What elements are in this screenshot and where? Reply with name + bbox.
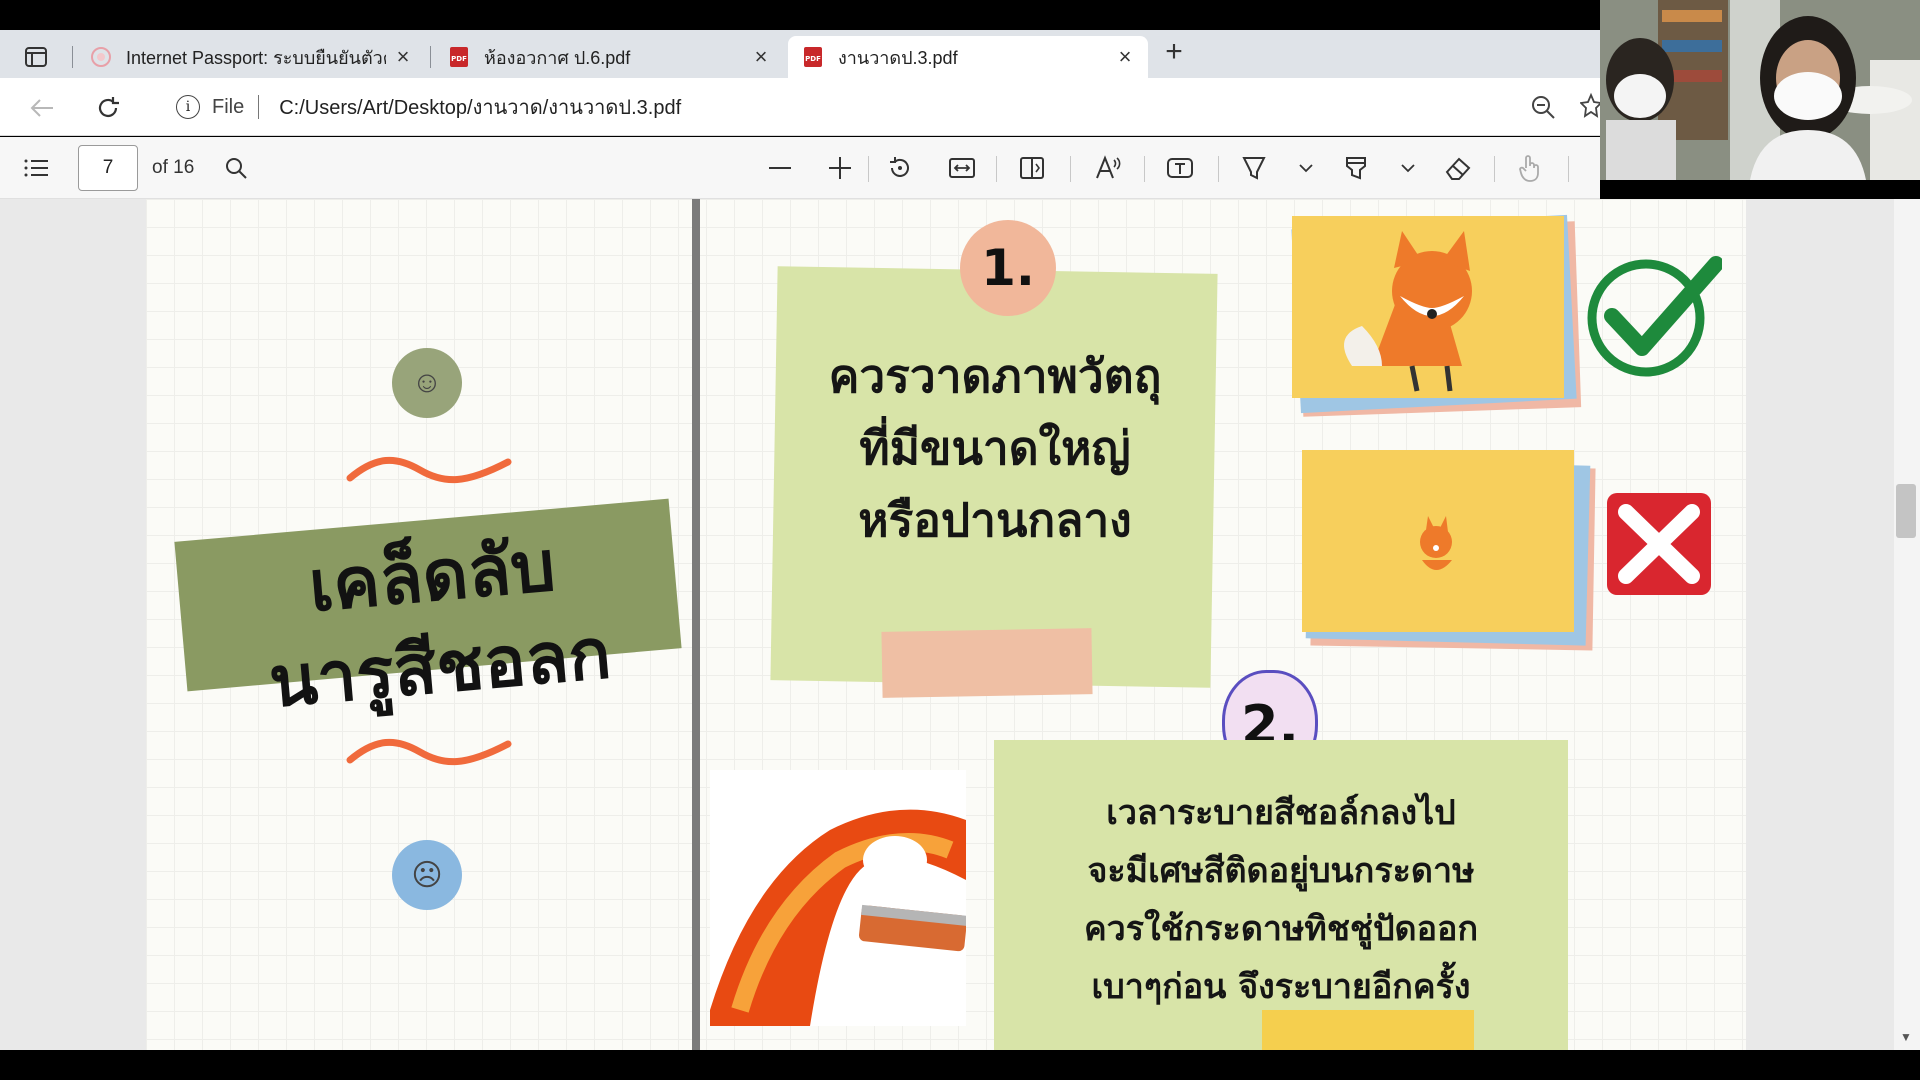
- search-icon: [226, 158, 247, 179]
- large-fox-card: [1292, 216, 1564, 398]
- tab-actions-icon: [25, 47, 47, 67]
- touch-write-button[interactable]: [1516, 154, 1544, 182]
- tab-drawing-pdf[interactable]: PDF งานวาดป.3.pdf ×: [788, 36, 1148, 78]
- tab-strip: Internet Passport: ระบบยืนยันตัวตน × PDF…: [0, 30, 1600, 78]
- passport-icon: [91, 47, 111, 67]
- eraser-icon: [1445, 157, 1471, 180]
- wave-decoration-top: [346, 456, 512, 484]
- read-aloud-icon: [1096, 155, 1121, 179]
- participants-video: [1600, 0, 1920, 180]
- wave-decoration-bottom: [346, 738, 512, 766]
- star-icon: [1579, 92, 1603, 118]
- refresh-button[interactable]: [92, 92, 124, 124]
- close-icon[interactable]: ×: [750, 44, 772, 69]
- favorite-button[interactable]: [1579, 92, 1603, 125]
- tab-space-pdf[interactable]: PDF ห้องอวกาศ ป.6.pdf ×: [434, 36, 784, 78]
- read-aloud-button[interactable]: [1094, 154, 1122, 182]
- refresh-icon: [98, 97, 119, 117]
- pdf-icon: PDF: [450, 47, 468, 67]
- scroll-down-icon[interactable]: ▼: [1900, 1030, 1912, 1044]
- tab-title: งานวาดป.3.pdf: [838, 47, 958, 68]
- video-call-overlay: [1600, 0, 1920, 180]
- minus-icon: [769, 167, 791, 169]
- back-arrow-icon: [30, 99, 53, 117]
- chalk-drawing-image: [710, 770, 966, 1026]
- add-text-button[interactable]: [1166, 154, 1194, 182]
- contents-button[interactable]: [22, 154, 50, 182]
- small-fox-card: [1302, 450, 1574, 632]
- hand-icon: [1519, 155, 1539, 182]
- text-box-icon: [1167, 158, 1193, 178]
- fox-icon: [1344, 231, 1472, 392]
- tape-decoration: [881, 628, 1093, 698]
- close-icon[interactable]: ×: [392, 44, 414, 69]
- plus-icon: [829, 157, 851, 179]
- erase-button[interactable]: [1444, 154, 1472, 182]
- step1-number: 1.: [960, 220, 1056, 316]
- draw-options-button[interactable]: [1292, 154, 1320, 182]
- zoom-button[interactable]: [1530, 94, 1556, 125]
- rotate-icon: [890, 157, 909, 177]
- fox-icon: [1420, 516, 1452, 570]
- zoom-in-button[interactable]: [826, 154, 854, 182]
- smile-face-icon: ☺: [392, 348, 462, 418]
- scrollbar-thumb[interactable]: [1896, 484, 1916, 538]
- find-button[interactable]: [222, 154, 250, 182]
- close-icon[interactable]: ×: [1114, 44, 1136, 69]
- page-total-label: of 16: [152, 157, 195, 178]
- rotate-button[interactable]: [886, 154, 914, 182]
- pdf-toolbar: 7 of 16: [0, 137, 1600, 199]
- svg-text:PDF: PDF: [451, 55, 467, 63]
- highlight-button[interactable]: [1342, 154, 1370, 182]
- draw-button[interactable]: [1240, 154, 1268, 182]
- cross-icon: [1607, 493, 1711, 595]
- tab-actions-button[interactable]: [18, 42, 54, 72]
- page-view-icon: [1020, 157, 1044, 179]
- step1-text: ควรวาดภาพวัตถุ ที่มีขนาดใหญ่ หรือปานกลาง: [828, 349, 1162, 547]
- scrollbar[interactable]: [1894, 199, 1920, 1050]
- chevron-down-icon: [1299, 164, 1313, 173]
- scheme-label: File: [212, 95, 245, 118]
- step2-text: เวลาระบายสีชอล์กลงไป จะมีเศษสีติดอยู่บนก…: [1083, 793, 1479, 1007]
- highlight-options-button[interactable]: [1394, 154, 1422, 182]
- chevron-down-icon: [1401, 164, 1415, 173]
- zoom-out-icon: [1532, 96, 1555, 119]
- check-icon: [1587, 256, 1722, 377]
- back-button[interactable]: [26, 92, 58, 124]
- url-text: C:/Users/Art/Desktop/งานวาด/งานวาดป.3.pd…: [279, 97, 682, 119]
- tape-decoration: [1262, 1010, 1474, 1050]
- zoom-out-button[interactable]: [766, 154, 794, 182]
- list-icon: [24, 159, 48, 177]
- tab-title: ห้องอวกาศ ป.6.pdf: [484, 47, 631, 68]
- new-tab-button[interactable]: +: [1158, 35, 1190, 68]
- tab-internet-passport[interactable]: Internet Passport: ระบบยืนยันตัวตน ×: [76, 36, 426, 78]
- screen-bottom-band: [0, 1050, 1920, 1080]
- pdf-icon: PDF: [804, 47, 822, 67]
- highlighter-icon: [1346, 157, 1366, 180]
- draw-icon: [1242, 157, 1266, 180]
- page-view-button[interactable]: [1018, 154, 1046, 182]
- tab-title: Internet Passport: ระบบยืนยันตัวตน: [126, 47, 386, 68]
- info-icon[interactable]: i: [176, 95, 200, 119]
- svg-text:PDF: PDF: [805, 55, 821, 63]
- sad-face-icon: ☹: [392, 840, 462, 910]
- fit-width-button[interactable]: [948, 154, 976, 182]
- address-bar: i File C:/Users/Art/Desktop/งานวาด/งานวา…: [0, 78, 1603, 136]
- url-field[interactable]: i File C:/Users/Art/Desktop/งานวาด/งานวา…: [150, 84, 1590, 130]
- plus-icon: +: [1165, 35, 1183, 68]
- page-number-input[interactable]: 7: [78, 145, 138, 191]
- fit-width-icon: [949, 158, 975, 178]
